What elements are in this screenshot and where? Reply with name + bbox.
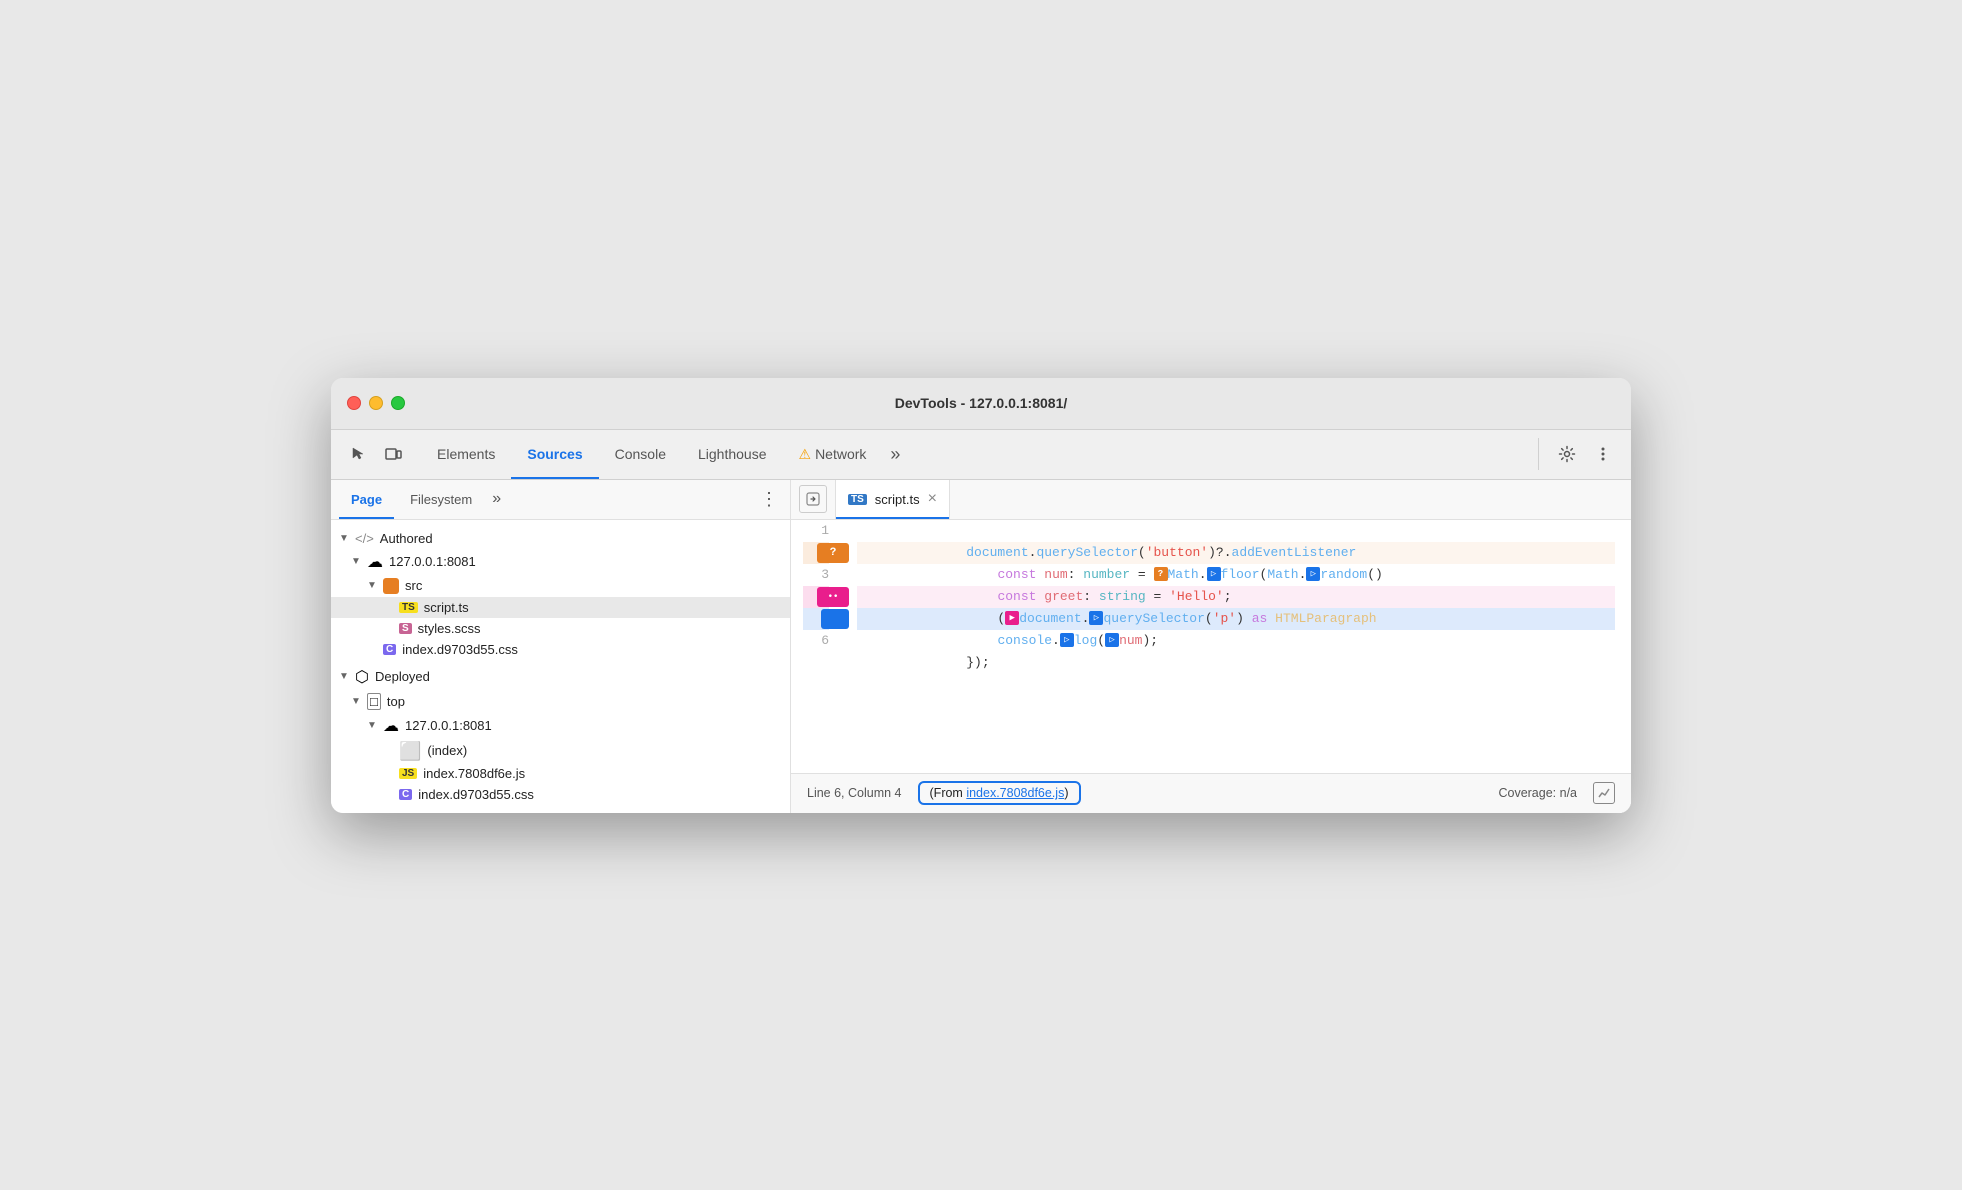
device-toggle-icon[interactable]	[377, 438, 409, 470]
tree-arrow: ▼	[339, 671, 351, 682]
tree-index-file[interactable]: ⬜ (index)	[331, 739, 790, 763]
tree-deployed[interactable]: ▼ ⬡ Deployed	[331, 664, 790, 690]
tree-deployed-host[interactable]: ▼ ☁ 127.0.0.1:8081	[331, 713, 790, 739]
line-num-2: 2 ?	[803, 542, 829, 564]
left-panel: Page Filesystem » ⋮ ▼ </> Authored ▼	[331, 480, 791, 813]
scss-file-icon: S	[399, 623, 412, 634]
cloud-icon: ☁	[367, 552, 383, 572]
from-file-link[interactable]: index.7808df6e.js	[966, 786, 1064, 800]
editor-tabs: TS script.ts ×	[791, 480, 1631, 520]
sub-tab-more-button[interactable]: »	[488, 490, 505, 508]
breakpoint-badge-4[interactable]: ••	[817, 587, 849, 607]
tree-authored-css[interactable]: C index.d9703d55.css	[331, 639, 790, 660]
minimize-button[interactable]	[369, 396, 383, 410]
toolbar-icons	[343, 438, 409, 470]
type-hint-icon-2: ▷	[1207, 567, 1221, 581]
tree-arrow: ▼	[367, 720, 379, 731]
from-file-badge[interactable]: (From index.7808df6e.js)	[918, 781, 1081, 805]
tree-script-ts[interactable]: TS script.ts	[331, 597, 790, 618]
line-num-1: 1	[803, 520, 829, 542]
authored-code-icon: </>	[355, 531, 374, 546]
frame-icon: □	[367, 693, 381, 710]
code-line-1: document.querySelector('button')?.addEve…	[857, 520, 1615, 542]
editor-back-button[interactable]	[799, 485, 827, 513]
tree-arrow: ▼	[339, 533, 351, 544]
code-editor[interactable]: 1 2 ? 3 4 ••	[791, 520, 1631, 773]
index-file-icon: ⬜	[399, 742, 421, 760]
more-options-icon[interactable]	[1587, 438, 1619, 470]
tab-elements[interactable]: Elements	[421, 430, 511, 479]
toolbar-right	[1538, 438, 1619, 470]
breakpoint-badge-2[interactable]: ?	[817, 543, 849, 563]
type-hint-icon-1: ?	[1154, 567, 1168, 581]
tree-authored-host[interactable]: ▼ ☁ 127.0.0.1:8081	[331, 549, 790, 575]
deployed-icon: ⬡	[355, 667, 369, 687]
main-toolbar: Elements Sources Console Lighthouse ⚠ Ne…	[331, 430, 1631, 480]
devtools-window: DevTools - 127.0.0.1:8081/ Elements Sour	[331, 378, 1631, 813]
settings-icon[interactable]	[1551, 438, 1583, 470]
cloud-icon-deployed: ☁	[383, 716, 399, 736]
code-lines: 1 2 ? 3 4 ••	[791, 520, 1631, 652]
folder-src-icon	[383, 578, 399, 594]
file-tree: ▼ </> Authored ▼ ☁ 127.0.0.1:8081 ▼ src	[331, 520, 790, 813]
type-hint-icon-6: ▷	[1060, 633, 1074, 647]
cursor-position: Line 6, Column 4	[807, 786, 902, 800]
sub-tab-menu-button[interactable]: ⋮	[756, 489, 782, 510]
line-numbers: 1 2 ? 3 4 ••	[791, 520, 841, 652]
editor-tab-script-ts[interactable]: TS script.ts ×	[835, 480, 950, 519]
tab-lighthouse[interactable]: Lighthouse	[682, 430, 783, 479]
main-tab-nav: Elements Sources Console Lighthouse ⚠ Ne…	[421, 430, 1534, 479]
traffic-lights	[347, 396, 405, 410]
line-num-3: 3	[803, 564, 829, 586]
type-hint-icon-4: ▶	[1005, 611, 1019, 625]
css-file-icon: C	[383, 644, 396, 655]
status-bar: Line 6, Column 4 (From index.7808df6e.js…	[791, 773, 1631, 813]
tab-close-button[interactable]: ×	[928, 490, 937, 508]
close-button[interactable]	[347, 396, 361, 410]
tree-src-folder[interactable]: ▼ src	[331, 575, 790, 597]
type-hint-icon-7: ▷	[1105, 633, 1119, 647]
breakpoint-badge-5[interactable]	[821, 609, 849, 629]
inspect-icon[interactable]	[343, 438, 375, 470]
css-file-icon-deployed: C	[399, 789, 412, 800]
type-hint-icon-3: ▷	[1306, 567, 1320, 581]
ts-file-icon: TS	[399, 602, 418, 613]
right-panel: TS script.ts × 1 2	[791, 480, 1631, 813]
main-content: Page Filesystem » ⋮ ▼ </> Authored ▼	[331, 480, 1631, 813]
coverage-icon[interactable]	[1593, 782, 1615, 804]
window-title: DevTools - 127.0.0.1:8081/	[895, 395, 1068, 411]
line-num-6: 6	[803, 630, 829, 652]
title-bar: DevTools - 127.0.0.1:8081/	[331, 378, 1631, 430]
tree-arrow: ▼	[351, 696, 363, 707]
js-file-icon: JS	[399, 768, 417, 779]
tab-ts-icon: TS	[848, 494, 867, 505]
fullscreen-button[interactable]	[391, 396, 405, 410]
type-hint-icon-5: ▷	[1089, 611, 1103, 625]
tab-console[interactable]: Console	[599, 430, 682, 479]
tree-deployed-css[interactable]: C index.d9703d55.css	[331, 784, 790, 805]
tree-arrow: ▼	[367, 580, 379, 591]
tree-top-frame[interactable]: ▼ □ top	[331, 690, 790, 713]
tree-authored[interactable]: ▼ </> Authored	[331, 528, 790, 549]
line-num-5: 5	[803, 608, 829, 630]
editor-tab-label: script.ts	[875, 492, 920, 507]
network-warning-icon: ⚠	[799, 446, 812, 463]
line-num-4: 4 ••	[803, 586, 829, 608]
tree-styles-scss[interactable]: S styles.scss	[331, 618, 790, 639]
tree-js-file[interactable]: JS index.7808df6e.js	[331, 763, 790, 784]
tab-sources[interactable]: Sources	[511, 430, 598, 479]
more-tabs-button[interactable]: »	[882, 444, 908, 465]
tree-arrow: ▼	[351, 556, 363, 567]
sub-tab-page[interactable]: Page	[339, 480, 394, 519]
code-content: document.querySelector('button')?.addEve…	[841, 520, 1631, 652]
tab-network[interactable]: ⚠ Network	[783, 430, 883, 479]
sub-tabs: Page Filesystem » ⋮	[331, 480, 790, 520]
coverage-status: Coverage: n/a	[1498, 786, 1577, 800]
sub-tab-filesystem[interactable]: Filesystem	[398, 480, 484, 519]
